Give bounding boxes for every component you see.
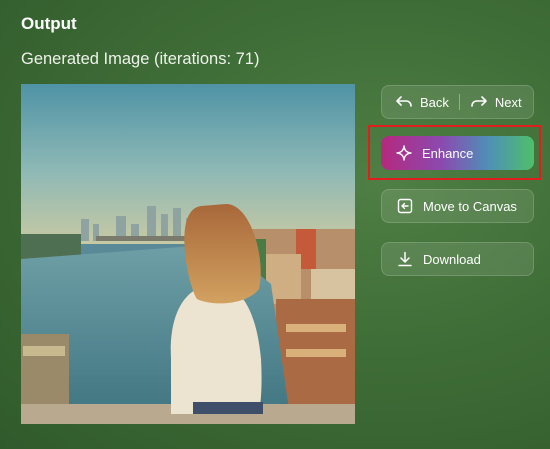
move-to-canvas-label: Move to Canvas bbox=[423, 198, 517, 214]
download-icon bbox=[397, 251, 413, 267]
back-next-button-group: Back Next bbox=[381, 85, 534, 119]
back-label: Back bbox=[420, 94, 449, 110]
enhance-button[interactable]: Enhance bbox=[381, 136, 534, 170]
undo-icon bbox=[396, 94, 412, 110]
move-to-canvas-button[interactable]: Move to Canvas bbox=[381, 189, 534, 223]
sparkle-icon bbox=[396, 145, 412, 161]
next-label: Next bbox=[494, 94, 522, 110]
download-button[interactable]: Download bbox=[381, 242, 534, 276]
next-button[interactable]: Next bbox=[460, 86, 522, 118]
back-button[interactable]: Back bbox=[382, 86, 449, 118]
output-title: Output bbox=[21, 14, 77, 33]
move-to-canvas-icon bbox=[397, 198, 413, 214]
redo-icon bbox=[471, 94, 487, 110]
download-label: Download bbox=[423, 251, 481, 267]
generated-image-caption: Generated Image (iterations: 71) bbox=[21, 50, 260, 68]
enhance-label: Enhance bbox=[422, 145, 474, 161]
generated-image[interactable] bbox=[21, 84, 355, 424]
generated-image-art bbox=[21, 84, 355, 424]
